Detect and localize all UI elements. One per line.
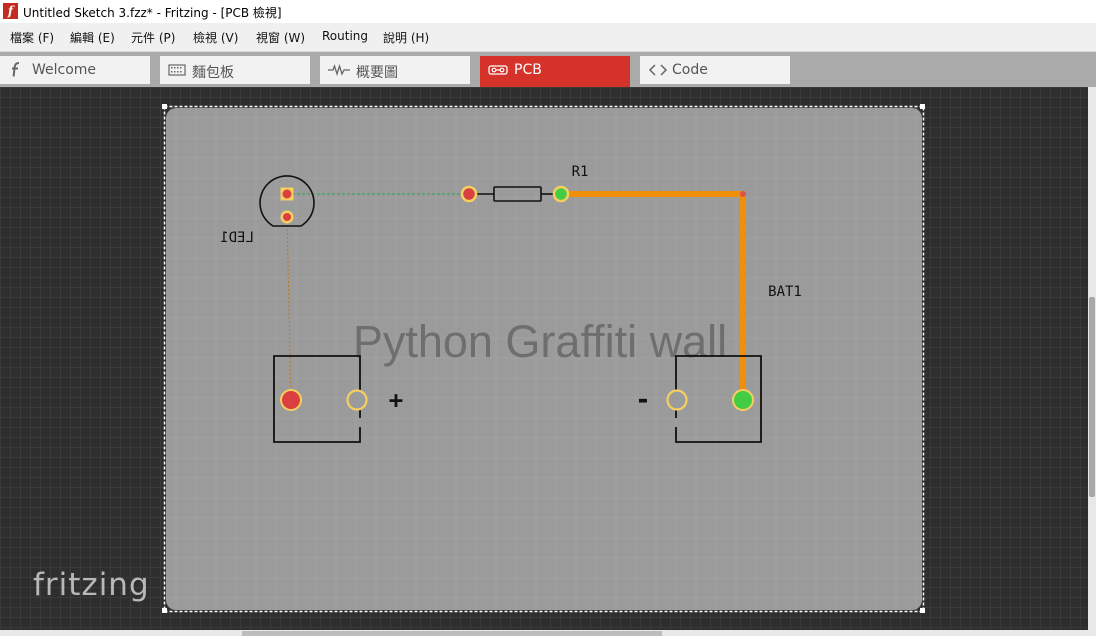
- tab-welcome-label: Welcome: [32, 62, 97, 78]
- vertical-scroll-thumb[interactable]: [1089, 297, 1095, 497]
- menu-parts[interactable]: 元件 (P): [131, 29, 175, 46]
- led-pad-drill: [282, 189, 292, 199]
- fritzing-f-icon: [12, 62, 20, 77]
- schematic-icon: [328, 63, 350, 77]
- selection-handle[interactable]: [162, 104, 167, 109]
- vertical-scrollbar[interactable]: [1088, 87, 1096, 636]
- pcb-icon: [488, 65, 508, 75]
- battery-minus-label: -: [635, 385, 651, 415]
- view-tab-bar: Welcome 麵包板 概要圖 PCB Code: [0, 52, 1096, 87]
- selection-handle[interactable]: [920, 104, 925, 109]
- tab-pcb[interactable]: PCB: [480, 56, 630, 87]
- menu-help[interactable]: 說明 (H): [383, 29, 429, 46]
- horizontal-scrollbar[interactable]: [0, 630, 1088, 636]
- battery-pad[interactable]: [666, 389, 688, 411]
- battery-pad[interactable]: [346, 389, 368, 411]
- battery-pad[interactable]: [732, 389, 754, 411]
- menu-view[interactable]: 檢視 (V): [193, 29, 238, 46]
- menu-routing[interactable]: Routing: [322, 29, 368, 43]
- battery-label: BAT1: [768, 284, 802, 300]
- battery-plus-label: +: [389, 386, 403, 414]
- fritzing-watermark-logo: fritzing: [33, 567, 150, 603]
- resistor-label: R1: [572, 164, 589, 180]
- led-label: LED1: [220, 230, 254, 246]
- window-title: Untitled Sketch 3.fzz* - Fritzing - [PCB…: [23, 6, 282, 20]
- battery-pad[interactable]: [280, 389, 302, 411]
- tab-schematic[interactable]: 概要圖: [320, 56, 470, 84]
- led-pad-drill: [283, 213, 291, 221]
- horizontal-scroll-thumb[interactable]: [242, 631, 662, 636]
- pcb-canvas[interactable]: Python Graffiti wall LED1 R1 + - BAT1: [0, 87, 1088, 636]
- menu-file[interactable]: 檔案 (F): [10, 29, 54, 46]
- tab-code-label: Code: [672, 62, 708, 78]
- resistor-pad[interactable]: [552, 185, 570, 203]
- tab-breadboard[interactable]: 麵包板: [160, 56, 310, 84]
- code-icon: [648, 64, 668, 76]
- menu-window[interactable]: 視窗 (W): [256, 29, 305, 46]
- breadboard-icon: [168, 64, 186, 76]
- selection-handle[interactable]: [162, 608, 167, 613]
- tab-pcb-label: PCB: [514, 62, 542, 78]
- trace-bendpoint[interactable]: [740, 191, 746, 197]
- menu-edit[interactable]: 編輯 (E): [70, 29, 115, 46]
- tab-breadboard-label: 麵包板: [192, 65, 234, 81]
- tab-schematic-label: 概要圖: [356, 65, 398, 81]
- selection-handle[interactable]: [920, 608, 925, 613]
- graffiti-text[interactable]: Python Graffiti wall: [353, 316, 727, 367]
- title-bar: f Untitled Sketch 3.fzz* - Fritzing - [P…: [0, 0, 1096, 23]
- resistor-pad[interactable]: [460, 185, 478, 203]
- fritzing-app-icon: f: [3, 3, 18, 19]
- tab-code[interactable]: Code: [640, 56, 790, 84]
- pcb-drawing: Python Graffiti wall LED1 R1 + - BAT1: [162, 104, 925, 613]
- tab-welcome[interactable]: Welcome: [0, 56, 150, 84]
- menu-bar: 檔案 (F) 編輯 (E) 元件 (P) 檢視 (V) 視窗 (W) Routi…: [0, 23, 1096, 52]
